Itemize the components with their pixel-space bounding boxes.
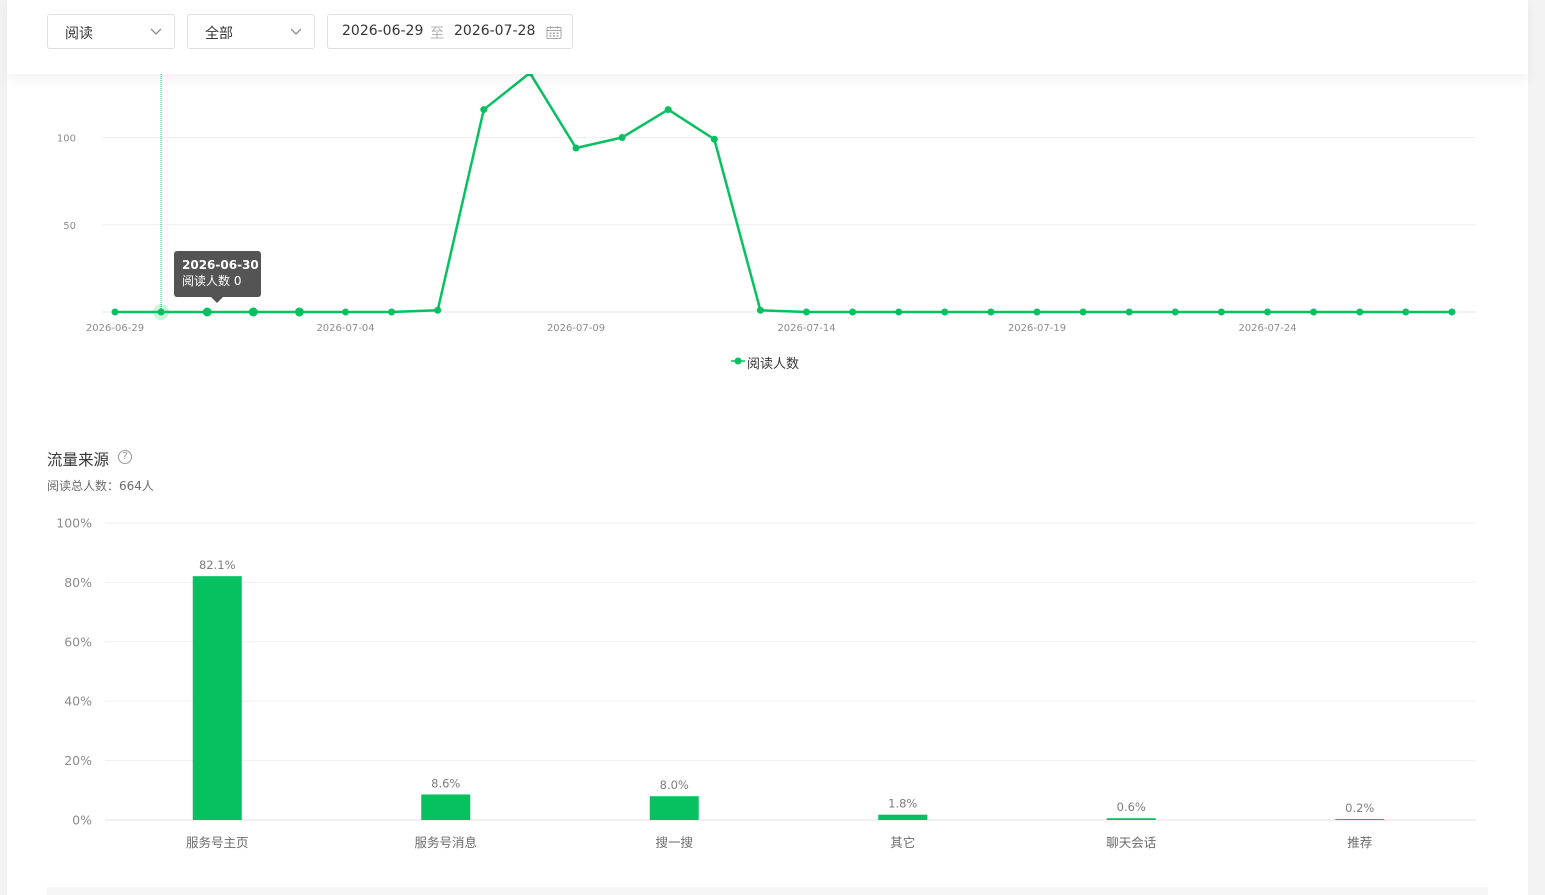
scope-select-value: 全部 <box>205 26 233 42</box>
total-readers-label: 阅读总人数： <box>47 479 120 493</box>
data-point <box>1356 308 1364 316</box>
data-point <box>618 134 626 141</box>
series-line <box>115 71 1452 314</box>
data-point <box>202 307 212 317</box>
bar <box>1335 819 1385 820</box>
data-point <box>157 308 165 316</box>
tooltip-date: 2026-06-30 <box>182 258 259 272</box>
bar-value-label: 8.0% <box>660 778 689 792</box>
legend-label: 阅读人数 <box>747 357 800 372</box>
x-tick-label: 2026-06-29 <box>86 323 144 334</box>
x-tick-label: 2026-07-24 <box>1238 323 1296 334</box>
category-label: 其它 <box>890 835 915 850</box>
chevron-down-icon <box>290 28 302 35</box>
data-point <box>756 306 764 314</box>
x-tick-label: 2026-07-14 <box>777 323 835 334</box>
y-tick-label: 60% <box>64 634 92 649</box>
data-point <box>1079 308 1087 316</box>
data-point <box>987 308 995 316</box>
page-scroll-area <box>1528 0 1545 895</box>
bar-value-label: 0.6% <box>1117 800 1146 814</box>
metric-select-value: 阅读 <box>65 26 93 42</box>
content-card: 50 100 2026-06-29 2026-07-04 2026-07-09 2026-… <box>7 0 1528 895</box>
data-point <box>1171 308 1179 316</box>
section-title: 流量来源 <box>47 451 110 469</box>
data-point <box>342 308 349 316</box>
tooltip-value: 阅读人数 0 <box>182 274 242 288</box>
y-tick-label: 80% <box>64 575 92 590</box>
data-point <box>895 308 903 316</box>
data-point <box>941 308 949 316</box>
data-point <box>1310 308 1318 316</box>
legend-marker-icon <box>731 357 745 365</box>
category-label: 服务号主页 <box>186 835 249 850</box>
calendar-icon[interactable] <box>546 25 562 40</box>
data-point <box>803 308 810 316</box>
data-point <box>480 106 488 114</box>
category-label: 聊天会话 <box>1106 835 1156 850</box>
y-tick-label: 100 <box>57 134 76 145</box>
y-tick-label: 20% <box>64 753 92 768</box>
tooltip-arrow <box>211 297 223 303</box>
date-end[interactable]: 2026-07-28 <box>454 23 535 39</box>
chart-tooltip: 2026-06-30 阅读人数 0 <box>174 251 261 303</box>
x-tick-label: 2026-07-09 <box>547 323 605 334</box>
data-point <box>664 106 672 114</box>
bar <box>1106 818 1156 820</box>
data-point <box>1125 308 1133 316</box>
data-point <box>1448 308 1456 316</box>
data-point <box>572 144 580 152</box>
x-tick-label: 2026-07-19 <box>1008 323 1066 334</box>
x-tick-label: 2026-07-04 <box>316 323 374 334</box>
date-start[interactable]: 2026-06-29 <box>342 23 423 39</box>
bar <box>649 796 699 820</box>
category-label: 推荐 <box>1347 835 1372 850</box>
data-point <box>294 307 304 317</box>
data-point <box>1217 308 1225 316</box>
data-point <box>434 306 442 314</box>
category-label: 搜一搜 <box>655 835 693 850</box>
filter-bar: 阅读 全部 2026-06-29 至 2026-07-28 <box>7 0 1528 74</box>
data-point <box>1033 308 1041 316</box>
category-label: 服务号消息 <box>414 835 477 850</box>
question-circle-icon[interactable]: ? <box>118 450 132 464</box>
total-readers-value: 664人 <box>119 479 154 493</box>
date-range-picker[interactable]: 2026-06-29 至 2026-07-28 <box>327 14 573 49</box>
data-point <box>248 307 258 317</box>
data-point <box>388 308 396 316</box>
bar-value-label: 82.1% <box>199 558 236 572</box>
date-separator: 至 <box>430 26 444 42</box>
y-tick-label: 40% <box>64 694 92 709</box>
bar <box>192 576 242 820</box>
y-tick-label: 50 <box>63 221 76 232</box>
metric-select[interactable]: 阅读 <box>47 14 175 49</box>
data-point <box>1402 308 1410 316</box>
bar <box>878 814 928 820</box>
bar-value-label: 0.2% <box>1345 801 1374 815</box>
data-point <box>710 135 718 143</box>
scope-select[interactable]: 全部 <box>187 14 315 49</box>
bar-value-label: 8.6% <box>431 776 460 790</box>
data-point <box>849 308 857 316</box>
next-section-bar <box>47 887 1488 895</box>
total-readers: 阅读总人数：664人 <box>47 477 154 494</box>
bar <box>421 794 471 820</box>
y-tick-label: 100% <box>56 516 92 531</box>
bar-value-label: 1.8% <box>888 797 917 811</box>
chevron-down-icon <box>150 28 162 35</box>
data-point <box>1264 308 1271 316</box>
data-point <box>111 308 119 316</box>
y-tick-label: 0% <box>72 813 92 828</box>
